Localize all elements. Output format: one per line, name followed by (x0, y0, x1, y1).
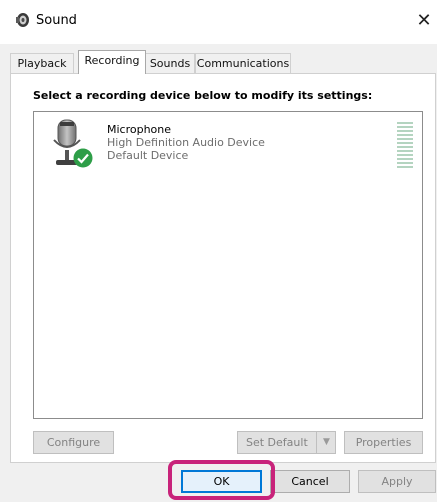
apply-label: Apply (381, 475, 413, 488)
close-icon: ✕ (416, 10, 432, 31)
window-title: Sound (36, 13, 77, 28)
tab-sounds[interactable]: Sounds (145, 53, 195, 73)
chevron-down-icon[interactable]: ▼ (316, 431, 336, 454)
ok-button[interactable]: OK (181, 470, 262, 493)
set-default-label: Set Default (246, 436, 308, 449)
apply-button[interactable]: Apply (358, 470, 436, 493)
device-description: High Definition Audio Device (107, 136, 265, 149)
device-name: Microphone (107, 123, 172, 136)
cancel-button[interactable]: Cancel (270, 470, 350, 493)
tab-communications[interactable]: Communications (195, 53, 291, 73)
level-meter (397, 122, 413, 168)
device-status: Default Device (107, 149, 189, 162)
configure-button[interactable]: Configure (33, 431, 114, 454)
speaker-icon (16, 13, 29, 27)
check-icon (73, 148, 93, 168)
ok-label: OK (213, 475, 230, 488)
tab-playback[interactable]: Playback (10, 53, 74, 73)
properties-button[interactable]: Properties (344, 431, 423, 454)
configure-label: Configure (46, 436, 101, 449)
tab-recording[interactable]: Recording (78, 50, 146, 74)
instruction-text: Select a recording device below to modif… (33, 89, 373, 102)
close-button[interactable]: ✕ (412, 8, 436, 34)
properties-label: Properties (355, 436, 412, 449)
cancel-label: Cancel (291, 475, 329, 488)
title-bar: Sound ✕ (0, 0, 437, 44)
